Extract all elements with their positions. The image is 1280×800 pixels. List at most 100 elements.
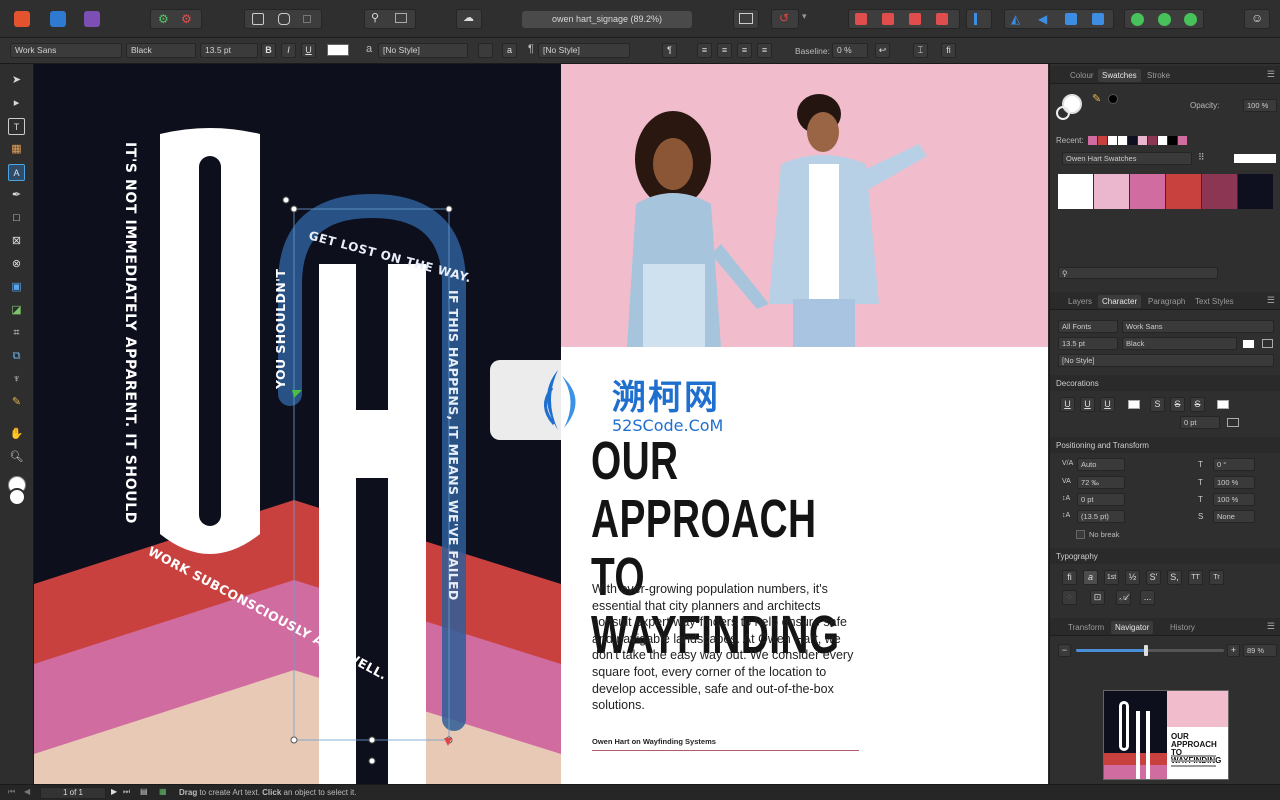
text-frame-button[interactable] xyxy=(733,9,759,29)
align-left-button[interactable]: ≡ xyxy=(697,43,712,58)
kerning-field[interactable]: Auto xyxy=(1077,458,1125,471)
document-canvas[interactable]: IT'S NOT IMMEDIATELY APPARENT. IT SHOULD… xyxy=(34,64,1048,784)
selection-handle[interactable] xyxy=(445,205,453,213)
case-sensitive-button[interactable]: ⁘ xyxy=(1062,590,1077,605)
rotate-right-icon[interactable] xyxy=(1092,13,1104,25)
leading-field[interactable]: (13.5 pt) xyxy=(1077,510,1125,523)
recent-swatch[interactable] xyxy=(1168,136,1177,145)
small-caps-button[interactable]: Tr xyxy=(1209,570,1224,585)
stroke-color-well[interactable] xyxy=(8,488,26,506)
alternates-button[interactable]: a xyxy=(1083,570,1098,585)
style-action-icon[interactable] xyxy=(478,43,493,58)
none-swatch-icon[interactable] xyxy=(1234,154,1276,163)
underline-style-button[interactable]: U xyxy=(1100,397,1115,412)
vector-brush-tool-icon[interactable]: ♆ xyxy=(8,371,25,388)
ordinals-button[interactable]: 1st xyxy=(1104,570,1119,585)
all-caps-button[interactable]: TT xyxy=(1188,570,1203,585)
page-field[interactable]: 1 of 1 xyxy=(40,787,106,799)
tab-swatches[interactable]: Swatches xyxy=(1098,69,1141,82)
selection-handle[interactable] xyxy=(368,736,376,744)
vertical-scale-field[interactable]: 100 % xyxy=(1213,476,1255,489)
panel-menu-icon[interactable]: ☰ xyxy=(1267,295,1275,306)
tab-paragraph[interactable]: Paragraph xyxy=(1144,295,1189,308)
baseline-field[interactable]: 0 % xyxy=(832,43,868,58)
tab-text-styles[interactable]: Text Styles xyxy=(1191,295,1238,308)
panel-menu-icon[interactable]: ☰ xyxy=(1267,621,1275,632)
transparency-tool-icon[interactable]: ◪ xyxy=(8,302,25,319)
eyedropper-icon[interactable]: ✎ xyxy=(1092,92,1101,105)
prev-page-icon[interactable]: ◀ xyxy=(24,787,30,796)
color-dot-icon[interactable] xyxy=(1108,94,1118,104)
tab-stroke[interactable]: Stroke xyxy=(1143,69,1174,82)
left-page[interactable]: IT'S NOT IMMEDIATELY APPARENT. IT SHOULD… xyxy=(34,64,561,784)
move-backward-icon[interactable] xyxy=(882,13,894,25)
more-typography-button[interactable]: ... xyxy=(1140,590,1155,605)
fractions-button[interactable]: ½ xyxy=(1125,570,1140,585)
pin-icon[interactable]: ⚲ xyxy=(371,11,379,24)
font-family-select[interactable]: Work Sans xyxy=(10,43,122,58)
fill-tool-icon[interactable]: ⧉ xyxy=(8,348,25,365)
panel-menu-icon[interactable]: ☰ xyxy=(1267,69,1275,80)
color-swatch[interactable] xyxy=(1130,174,1165,209)
superscript-button[interactable]: S' xyxy=(1146,570,1161,585)
selection-handle[interactable] xyxy=(282,196,290,204)
zoom-tool-icon[interactable]: 🔍︎ xyxy=(8,449,25,466)
typography-section[interactable]: Typography xyxy=(1050,548,1280,564)
color-swatch[interactable] xyxy=(1238,174,1273,209)
positioning-section[interactable]: Positioning and Transform xyxy=(1050,437,1280,453)
subtract-icon[interactable] xyxy=(1158,13,1171,26)
horizontal-scale-field[interactable]: 100 % xyxy=(1213,493,1255,506)
zoom-slider-thumb[interactable] xyxy=(1143,645,1148,656)
move-tool-icon[interactable]: ➤ xyxy=(8,72,25,89)
swatch-search[interactable]: ⚲ xyxy=(1058,267,1218,279)
justify-button[interactable]: ≡ xyxy=(757,43,772,58)
picture-frame-tool-icon[interactable]: ⊠ xyxy=(8,233,25,250)
account-button[interactable]: ☺ xyxy=(1244,9,1270,29)
vertical-text-mid[interactable]: YOU SHOULDN'T xyxy=(273,269,288,390)
no-fill-swatch[interactable] xyxy=(1262,339,1273,348)
table-tool-icon[interactable]: ▦ xyxy=(8,141,25,158)
tab-navigator[interactable]: Navigator xyxy=(1111,621,1154,634)
recent-swatch[interactable] xyxy=(1128,136,1137,145)
tab-transform[interactable]: Transform xyxy=(1064,621,1108,634)
color-swatch[interactable] xyxy=(1058,174,1093,209)
recent-swatch[interactable] xyxy=(1178,136,1187,145)
hand-tool-icon[interactable]: ✋ xyxy=(8,426,25,443)
tab-layers[interactable]: Layers xyxy=(1064,295,1096,308)
text-fill-swatch[interactable] xyxy=(327,44,349,56)
recent-swatch[interactable] xyxy=(1088,136,1097,145)
align-button[interactable] xyxy=(966,9,992,29)
decoration-weight-field[interactable]: 0 pt xyxy=(1180,416,1220,429)
couple-photo[interactable] xyxy=(561,64,1048,347)
palette-select[interactable]: Owen Hart Swatches xyxy=(1062,152,1192,165)
color-swatch[interactable] xyxy=(1166,174,1201,209)
move-back-icon[interactable] xyxy=(855,13,867,25)
underline-button[interactable]: U xyxy=(301,43,316,58)
selection-handle[interactable] xyxy=(290,205,298,213)
font-size-field[interactable]: 13.5 pt xyxy=(1058,337,1118,350)
ellipse-frame-tool-icon[interactable]: ⊗ xyxy=(8,256,25,273)
paragraph-style-select[interactable]: [No Style] xyxy=(538,43,630,58)
rotate-left-icon[interactable] xyxy=(1065,13,1077,25)
tab-history[interactable]: History xyxy=(1166,621,1199,634)
swash-button[interactable]: 𝒜 xyxy=(1116,590,1131,605)
zoom-field[interactable]: 89 % xyxy=(1243,644,1277,657)
zoom-out-button[interactable]: − xyxy=(1058,644,1071,657)
move-front-icon[interactable] xyxy=(936,13,948,25)
font-style-select[interactable]: Black xyxy=(126,43,196,58)
font-family-select[interactable]: Work Sans xyxy=(1122,320,1274,333)
color-swatch[interactable] xyxy=(1202,174,1237,209)
vertical-text-left[interactable]: IT'S NOT IMMEDIATELY APPARENT. IT SHOULD xyxy=(122,142,138,524)
stroke-well[interactable] xyxy=(1056,106,1070,120)
palette-options-icon[interactable]: ⠿ xyxy=(1198,152,1205,163)
character-style-select[interactable]: [No Style] xyxy=(1058,354,1274,367)
caption[interactable]: Owen Hart on Wayfinding Systems xyxy=(592,737,859,751)
last-page-icon[interactable]: ⏭ xyxy=(123,787,130,797)
tab-colour[interactable]: Colour xyxy=(1066,69,1098,82)
align-right-button[interactable]: ≡ xyxy=(737,43,752,58)
move-forward-icon[interactable] xyxy=(909,13,921,25)
node-tool-icon[interactable]: ▸ xyxy=(8,95,25,112)
character-style-select[interactable]: [No Style] xyxy=(378,43,468,58)
pages-panel-icon[interactable]: ▤ xyxy=(140,787,148,796)
decoration-fill-swatch[interactable] xyxy=(1227,418,1239,427)
